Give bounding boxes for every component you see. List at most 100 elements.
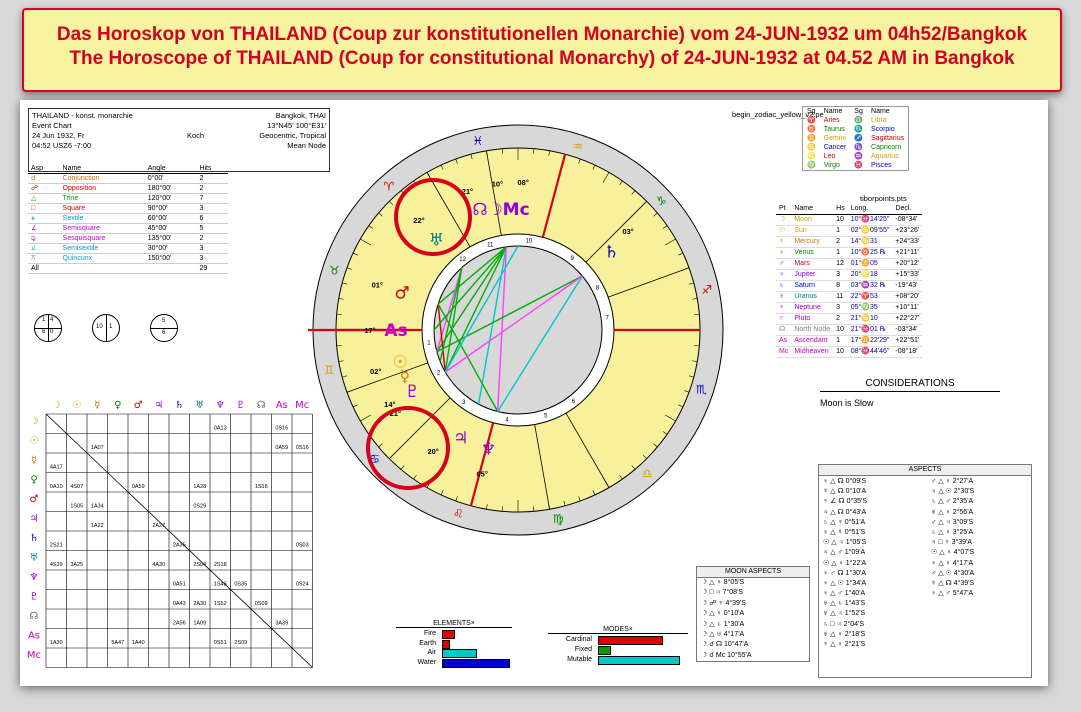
- grid-cell-value: 3A39: [275, 621, 288, 627]
- planet-row: ♃ Jupiter 3 20°♌18 +15°33': [776, 269, 923, 281]
- aspect-entry: ☉ △ ♀ 1°22'A: [823, 559, 867, 567]
- zodiac-sign-glyph: ♓: [472, 134, 483, 148]
- planet-cell-decl: +21°11': [892, 247, 923, 259]
- aspect-legend-header: Asp Name Angle Hits: [28, 164, 228, 174]
- zodiac-cell-n1: Aries: [823, 117, 840, 124]
- planet-cell-long: 02°♋09'55": [847, 225, 893, 237]
- elements-label: Earth: [419, 639, 436, 647]
- grid-row-glyph: ♃: [30, 513, 39, 524]
- grid-row-glyph: ☿: [31, 455, 37, 466]
- planet-row: ♄ Saturn 8 03°♒32 ℞ -19°43': [776, 280, 923, 292]
- house-system: Koch: [187, 131, 205, 140]
- planet-cell-name: Moon: [791, 214, 834, 226]
- horoscope-wheel: ♈♉♊♋♌ ♍♎♏♐♑♒♓12345678910111221°10° 08°03°2…: [308, 124, 724, 536]
- moon-aspect-entry: ☽ △ ♄ 1°30'A: [701, 620, 745, 628]
- aspect-legend-hits: 2: [196, 183, 228, 194]
- grid-cell-value: 0S24: [296, 582, 309, 588]
- grid-cell-value: 4S39: [50, 562, 63, 568]
- zodiac-row: ♋ Cancer ♑ Capricorn: [803, 143, 909, 152]
- aspect-legend-glyph: ☌: [28, 173, 60, 184]
- grid-row-glyph: Mc: [27, 650, 41, 661]
- planet-glyph: ♆: [481, 439, 496, 459]
- planet-cell-decl: +15°33': [892, 269, 923, 281]
- grid-col-glyph: ♅: [195, 400, 204, 411]
- zodiac-row: ♈ Aries ♎ Libra: [803, 116, 909, 125]
- grid-cell-value: 1S05: [70, 504, 83, 510]
- planet-cell-name: Venus: [791, 247, 834, 259]
- zodiac-cell-g2: ♐: [854, 135, 864, 142]
- planet-cell-hs: 10: [833, 346, 848, 358]
- aspect-entry: ♃ △ ☊ 0°43'A: [823, 508, 867, 516]
- planet-cell-long: 03°♒32 ℞: [847, 280, 893, 292]
- modes-label: Mutable: [567, 656, 592, 663]
- planet-cell-g: ☉: [776, 225, 792, 237]
- aspects-column-2: ♂ △ ♀ 2°27'A ♃ △ ☉ 2°30'S ♄ △ ♂ 2°35'A ♅ △ …: [931, 477, 974, 599]
- aspect-legend-row: ☌ Conjunction 0°00' 2: [28, 173, 228, 184]
- planet-cell-decl: -08°18': [892, 346, 923, 358]
- modes-title: MODES×: [548, 626, 688, 634]
- aspect-entry: ☿ △ ☊ 0°10'A: [823, 488, 867, 496]
- moon-aspects-panel: MOON ASPECTS ☽ △ ♀ 8°05'S ☽ □ ♃ 7°08'S ☽ ☍…: [696, 566, 810, 663]
- aspect-legend-row: ⚼ Sesquisquare 135°00' 2: [28, 233, 228, 244]
- aspect-legend-glyph: △: [28, 193, 60, 204]
- planet-row: ♅ Uranus 11 22°♈53 +08°20': [776, 291, 923, 303]
- aspect-legend-hits: 5: [196, 223, 228, 234]
- grid-diagonal: [45, 413, 313, 668]
- chart-name: THAILAND - konst. monarchie: [32, 111, 133, 120]
- aspect-legend-hits: 3: [196, 203, 228, 214]
- planet-cell-hs: 2: [833, 236, 848, 248]
- aspect-legend-angle: 45°00': [144, 223, 197, 234]
- grid-cell-value: 0S16: [275, 426, 288, 432]
- mini-chart-1: 1 4 6 0: [34, 314, 62, 342]
- aspect-legend-name: Semisquare: [59, 223, 145, 234]
- planet-cell-name: Pluto: [791, 313, 834, 325]
- grid-cell-value: 0A59: [132, 484, 145, 490]
- aspect-entry: ♆ △ ♀ 2°21'S: [823, 641, 866, 648]
- aspect-entry: ☿ △ ☊ 4°39'S: [931, 579, 975, 587]
- grid-col-glyph: ♆: [216, 400, 225, 411]
- zodiac-cell-n2: Sagittarius: [871, 135, 905, 142]
- aspect-entry: ♂ △ ☉ 4°30'A: [931, 569, 975, 577]
- aspect-entry: ☉ △ ♀ 4°07'S: [931, 549, 975, 557]
- planet-glyph: ♂: [394, 283, 409, 303]
- zodiac-cell-n2: Capricorn: [871, 144, 902, 151]
- grid-cell-value: 2A30: [193, 601, 206, 607]
- planet-cell-hs: 1: [833, 225, 848, 237]
- pl-header-hs: Hs: [833, 204, 848, 215]
- planet-cell-g: ♅: [776, 291, 792, 303]
- aspect-legend-row: ∠ Semisquare 45°00' 5: [28, 223, 228, 234]
- degree-label: 01°: [372, 280, 383, 289]
- aspect-legend-hits: 3: [196, 253, 228, 264]
- aspect-entry: ♀ △ ☊ 0°09'S: [823, 478, 867, 485]
- header-angle: Angle: [144, 164, 197, 174]
- grid-cell-value: 0S35: [234, 582, 247, 588]
- planet-cell-decl: +08°20': [892, 291, 923, 303]
- aspect-entry: ♅ △ ♄ 1°43'S: [823, 600, 866, 608]
- moon-aspect-entry: ☽ △ ♀ 0°10'A: [701, 610, 745, 618]
- grid-col-glyph: ☽: [52, 400, 61, 411]
- aspect-legend-total-row: All 29: [28, 263, 228, 274]
- zodiac-cell-g1: ♈: [807, 117, 816, 124]
- grid-cell-value: 2A27: [152, 523, 165, 529]
- aspect-entry: ♅ △ ♀ 2°18'S: [823, 630, 866, 638]
- planet-glyph: ♃: [453, 429, 468, 449]
- planet-cell-decl: +22°51': [892, 335, 923, 347]
- aspect-legend-name: Semisextile: [59, 243, 145, 254]
- planet-cell-decl: +22°27': [892, 313, 923, 325]
- grid-cell-value: 2A56: [173, 621, 186, 627]
- grid-cell-value: 1S16: [255, 484, 268, 490]
- aspect-legend-name: Sesquisquare: [59, 233, 145, 244]
- zodiac-cell-g2: ♓: [854, 162, 864, 169]
- grid-row-glyph: As: [28, 630, 40, 641]
- moon-aspect-entry: ☽ ☌ Mc 10°55'A: [701, 651, 752, 659]
- planet-cell-hs: 10: [833, 324, 848, 336]
- highlight-circle-uranus: [394, 178, 472, 256]
- aspect-legend-glyph: ⚻: [28, 253, 60, 264]
- grid-col-glyph: ♂: [134, 400, 143, 411]
- aspect-legend-angle: 120°00': [144, 193, 197, 204]
- planet-cell-hs: 8: [833, 280, 848, 292]
- aspect-entry: ♃ □ ♆ 3°39'A: [931, 539, 973, 547]
- grid-cell-value: 0A59: [275, 445, 288, 451]
- grid-cell-value: 0A10: [50, 484, 63, 490]
- grid-cell-value: 0S03: [296, 543, 309, 549]
